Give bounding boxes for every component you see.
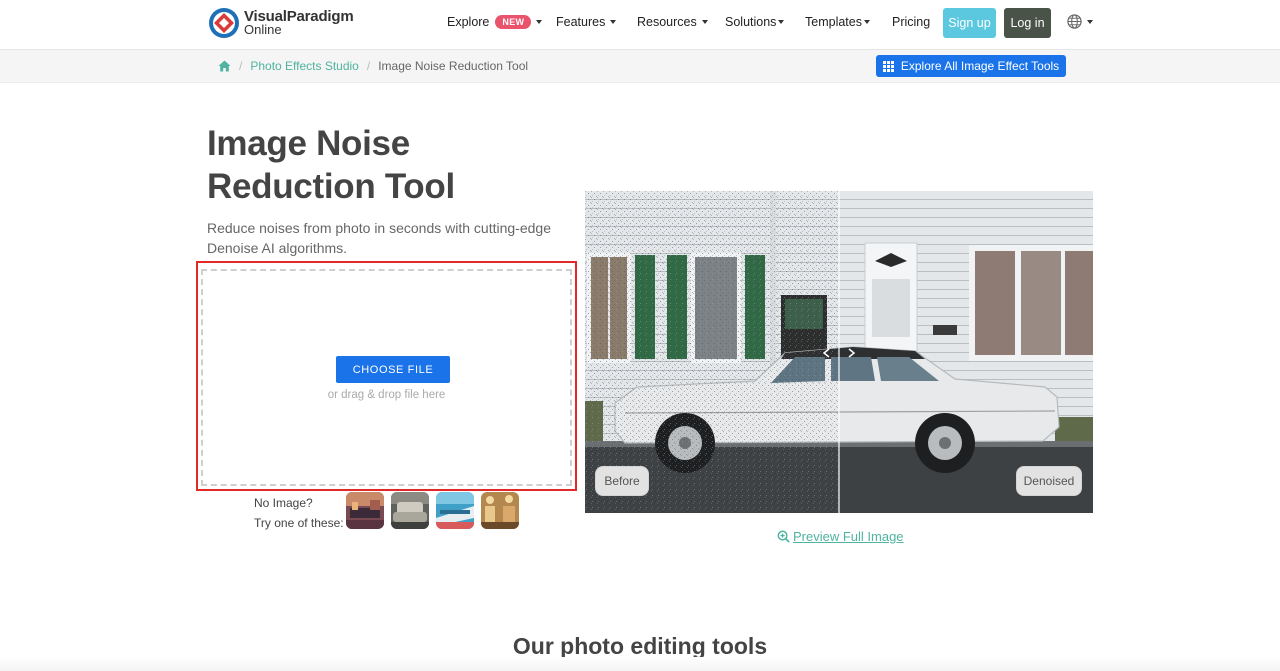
chevron-down-icon — [863, 20, 870, 24]
drag-drop-hint: or drag & drop file here — [327, 389, 446, 401]
sample-image-1[interactable] — [346, 492, 384, 529]
before-label: Before — [595, 466, 649, 496]
explore-all-tools-label: Explore All Image Effect Tools — [900, 59, 1060, 73]
no-image-text: No Image? — [254, 496, 313, 510]
breadcrumb-bar: / Photo Effects Studio / Image Noise Red… — [0, 50, 1280, 83]
car-photo-comparison — [585, 191, 1093, 513]
sample-images-prompt: No Image? Try one of these: — [254, 493, 344, 533]
breadcrumb-current-page: Image Noise Reduction Tool — [378, 59, 529, 73]
breadcrumb-separator: / — [239, 59, 243, 73]
nav-solutions[interactable]: Solutions — [725, 15, 785, 29]
chevron-down-icon — [536, 20, 543, 24]
section-fade — [0, 657, 1280, 671]
try-these-text: Try one of these: — [254, 516, 344, 530]
nav-templates[interactable]: Templates — [805, 15, 870, 29]
chevron-down-icon — [701, 20, 708, 24]
grid-icon — [882, 60, 894, 72]
nav-resources-label: Resources — [637, 15, 697, 29]
chevron-down-icon — [610, 20, 617, 24]
section-title: Our photo editing tools — [512, 633, 768, 659]
nav-solutions-label: Solutions — [725, 15, 777, 29]
visual-paradigm-logo[interactable]: VisualParadigm Online — [208, 6, 354, 40]
nav-features-label: Features — [556, 15, 606, 29]
nav-resources[interactable]: Resources — [637, 15, 708, 29]
upload-dropzone[interactable]: CHOOSE FILE or drag & drop file here — [196, 261, 577, 491]
nav-templates-label: Templates — [805, 15, 862, 29]
preview-full-image-label: Preview Full Image — [793, 529, 904, 544]
preview-full-image-link[interactable]: Preview Full Image — [777, 529, 904, 544]
chevron-down-icon — [1087, 19, 1093, 24]
login-button[interactable]: Log in — [1004, 8, 1051, 38]
chevron-down-icon — [778, 20, 785, 24]
denoised-label: Denoised — [1016, 466, 1082, 496]
sample-image-2[interactable] — [391, 492, 429, 529]
dropzone-dashed-area[interactable]: CHOOSE FILE or drag & drop file here — [201, 269, 572, 486]
explore-all-tools-button[interactable]: Explore All Image Effect Tools — [876, 55, 1066, 77]
nav-features[interactable]: Features — [556, 15, 617, 29]
home-icon[interactable] — [218, 60, 231, 72]
new-badge: NEW — [495, 15, 532, 29]
nav-pricing[interactable]: Pricing — [892, 15, 930, 29]
sample-image-4[interactable] — [481, 492, 519, 529]
signup-button[interactable]: Sign up — [943, 8, 996, 38]
breadcrumb: / Photo Effects Studio / Image Noise Red… — [218, 59, 528, 73]
choose-file-button[interactable]: CHOOSE FILE — [336, 356, 450, 383]
breadcrumb-photo-effects-studio[interactable]: Photo Effects Studio — [250, 59, 359, 73]
nav-explore[interactable]: Explore NEW — [447, 15, 543, 29]
logo-icon — [208, 7, 240, 39]
breadcrumb-separator: / — [366, 59, 371, 73]
before-after-comparison[interactable] — [585, 191, 1093, 513]
page-title: Image Noise Reduction Tool — [207, 124, 455, 206]
language-selector[interactable] — [1067, 14, 1093, 29]
page-subtitle: Reduce noises from photo in seconds with… — [207, 220, 551, 256]
sample-image-3[interactable] — [436, 492, 474, 529]
nav-pricing-label: Pricing — [892, 15, 931, 29]
nav-explore-label: Explore — [447, 15, 490, 29]
globe-icon — [1067, 14, 1082, 29]
logo-text: VisualParadigm Online — [244, 9, 354, 36]
top-header: VisualParadigm Online Explore NEW Featur… — [0, 0, 1280, 50]
zoom-in-icon — [777, 530, 790, 543]
